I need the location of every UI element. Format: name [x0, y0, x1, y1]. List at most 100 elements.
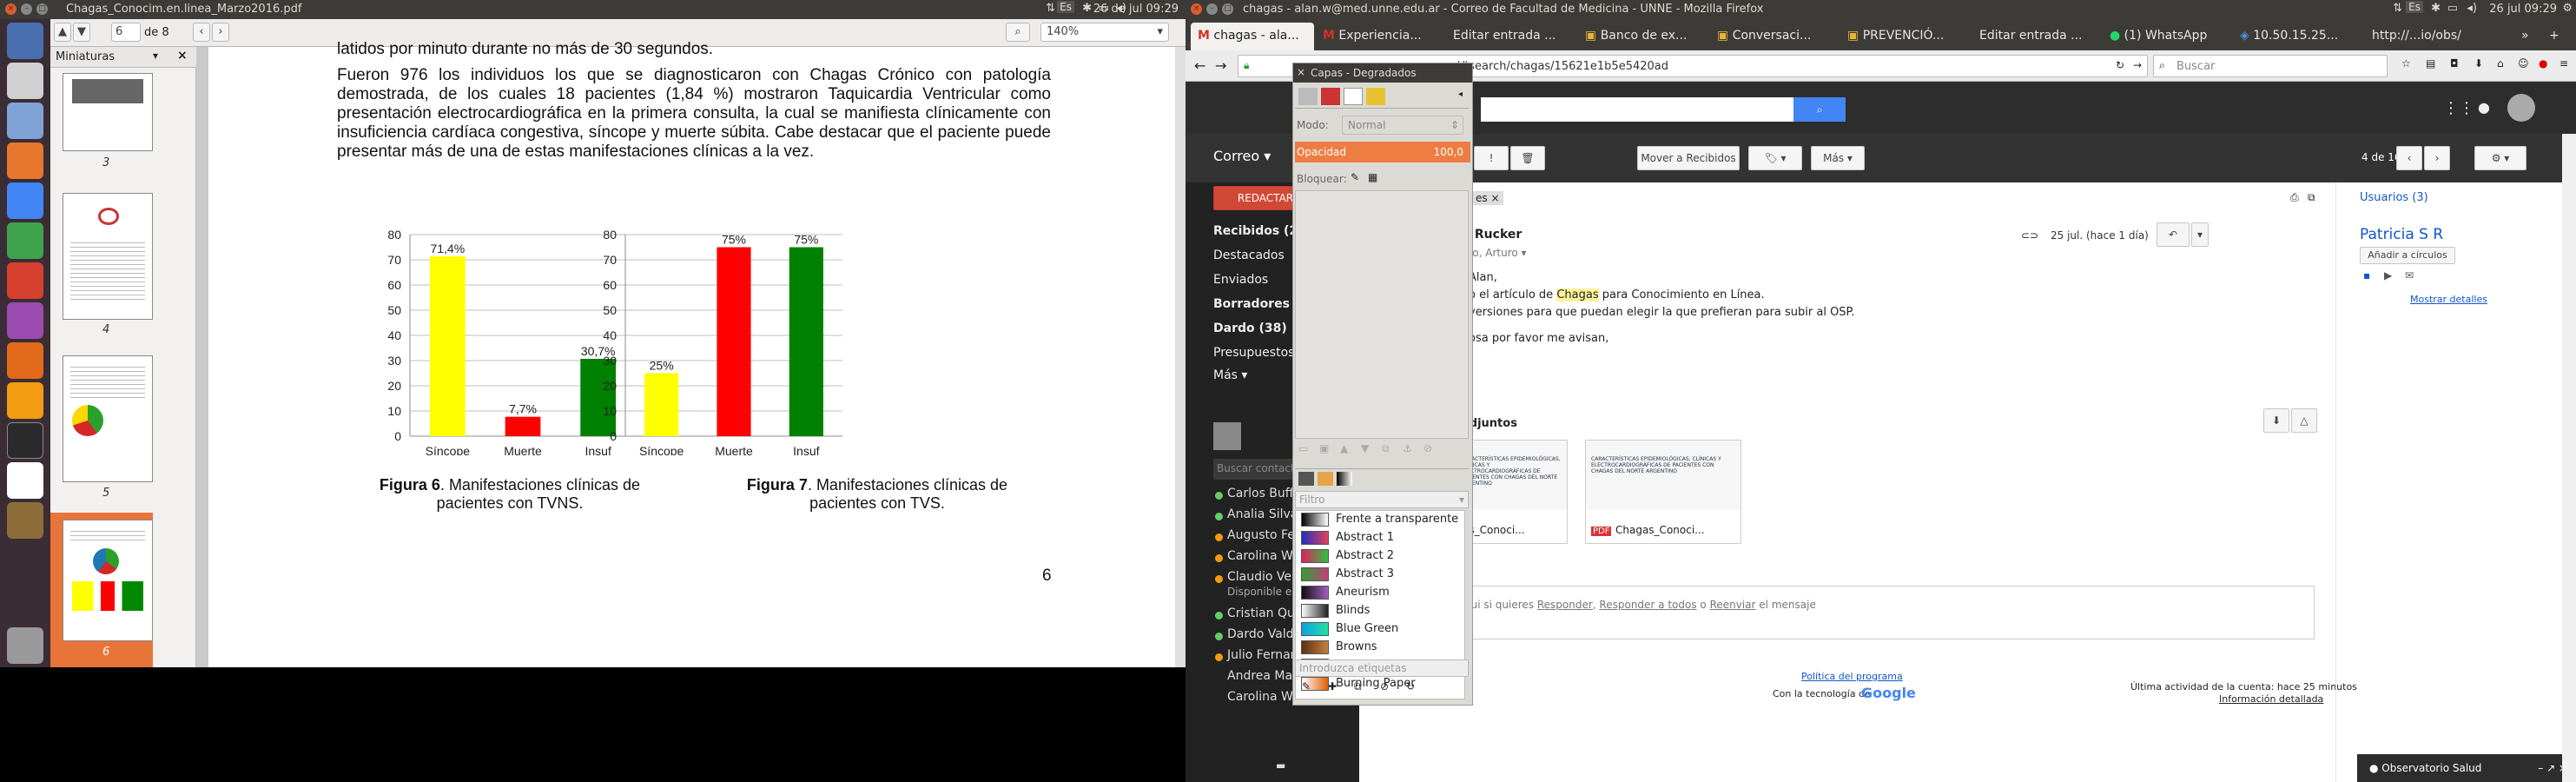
mode-select[interactable]: Normal ⇕ — [1342, 116, 1463, 135]
configure-tab-icon[interactable]: ◂ — [1458, 89, 1463, 99]
battery-icon[interactable]: ▭ — [1099, 2, 1109, 15]
edit-gradient-icon[interactable]: ✎ — [1302, 680, 1311, 693]
download-all-icon[interactable]: ⬇ — [2263, 408, 2289, 433]
labels-icon[interactable]: 🏷︎ ▾ — [1748, 146, 1802, 170]
report-spam-button[interactable]: ! — [1474, 146, 1509, 170]
zoom-select[interactable]: 140% ▾ — [1040, 23, 1169, 42]
chat-icon[interactable]: ▪ — [2363, 269, 2370, 282]
tab-editar-entrada-2[interactable]: Editar entrada ... — [1972, 23, 2101, 50]
chrome-icon[interactable] — [7, 182, 43, 219]
reply-all-link[interactable]: Responder a todos — [1599, 599, 1696, 611]
folder-presupuestos[interactable]: Presupuestos — [1213, 346, 1294, 360]
avatar[interactable] — [2507, 94, 2535, 122]
gear-icon[interactable]: ⚙ — [2562, 2, 2573, 15]
close-window-button[interactable]: × — [1191, 3, 1202, 15]
menu-icon[interactable]: ≡ — [2559, 57, 2568, 70]
page-thumbnail[interactable] — [63, 193, 153, 320]
gradient-item[interactable]: Aneurism — [1298, 584, 1461, 602]
volume-icon[interactable]: ◂) — [2467, 2, 2477, 15]
correo-menu[interactable]: Correo ▾ — [1213, 148, 1271, 164]
gradient-item[interactable]: Blue Green — [1298, 620, 1461, 639]
more-button[interactable]: Más ▾ — [1811, 146, 1865, 170]
impress-icon[interactable] — [7, 342, 43, 379]
tab-editar-entrada-1[interactable]: Editar entrada ... — [1446, 23, 1576, 50]
show-details-link[interactable]: Mostrar detalles — [2410, 294, 2487, 305]
delete-gradient-icon[interactable]: ⊘ — [1380, 680, 1389, 693]
gmail-search-button[interactable]: ⌕ — [1793, 97, 1846, 122]
label-chip[interactable]: es × — [1472, 191, 1503, 205]
chat-icon[interactable]: ☺ — [2518, 57, 2529, 70]
keyboard-layout-icon[interactable]: Es — [1057, 1, 1074, 13]
forward-arrow-icon[interactable]: → — [1215, 57, 1226, 74]
tab-ip[interactable]: ◈ 10.50.15.25... — [2233, 23, 2363, 50]
chevron-down-icon[interactable]: ▾ — [153, 50, 158, 62]
reply-box[interactable]: gui si quieres Responder, Responder a to… — [1446, 586, 2315, 640]
add-to-circles-button[interactable]: Añadir a círculos — [2360, 247, 2455, 264]
lock-pixels-icon[interactable]: ✎ — [1351, 171, 1359, 183]
gradient-item[interactable]: Blinds — [1298, 602, 1461, 620]
bookmark-star-icon[interactable]: ☆ — [2401, 57, 2411, 70]
close-window-button[interactable]: × — [5, 3, 17, 15]
new-layer-icon[interactable]: ▭ — [1298, 442, 1308, 454]
refresh-gradients-icon[interactable]: ↻ — [1406, 680, 1415, 693]
keyboard-layout-icon[interactable]: Es — [2406, 1, 2423, 13]
back-arrow-icon[interactable]: ← — [1194, 57, 1205, 74]
close-icon[interactable]: × — [1297, 66, 1305, 78]
forward-button[interactable]: › — [212, 23, 229, 42]
apps-grid-icon[interactable]: ⋮⋮ — [2443, 99, 2474, 117]
duplicate-layer-icon[interactable]: ⧉ — [1382, 442, 1390, 455]
details-link[interactable]: Información detallada — [2219, 693, 2323, 705]
page-thumbnail-current[interactable] — [63, 520, 153, 641]
layers-list[interactable] — [1295, 190, 1469, 439]
page-number-input[interactable]: 6 — [111, 23, 141, 42]
chat-window-tab[interactable]: ● Observatorio Salud – ↗ × — [2357, 754, 2576, 782]
files-icon[interactable] — [7, 103, 43, 139]
prev-page-up-button[interactable]: ▲ — [54, 23, 71, 42]
download-icon[interactable]: ⬇ — [2474, 57, 2483, 70]
program-policy-link[interactable]: Política del programa — [1801, 671, 1903, 682]
folder-sent[interactable]: Enviados — [1213, 273, 1268, 287]
archive-icon[interactable] — [7, 502, 43, 539]
trash-icon[interactable] — [7, 627, 43, 664]
person-name[interactable]: Patricia S R — [2360, 226, 2443, 243]
minimize-window-button[interactable]: – — [21, 3, 32, 15]
firefox-icon[interactable] — [7, 142, 43, 179]
lock-alpha-icon[interactable]: ▦ — [1368, 171, 1377, 183]
attachment-card[interactable]: CARACTERÍSTICAS EPIDEMIOLÓGICAS, CLÍNICA… — [1585, 440, 1741, 544]
filter-input[interactable]: Filtro ▾ — [1295, 491, 1469, 508]
next-page-down-button[interactable]: ▼ — [73, 23, 90, 42]
volume-icon[interactable]: ◂) — [1116, 2, 1126, 15]
chat-avatar[interactable] — [1213, 422, 1241, 450]
gradients-subtab-icon[interactable] — [1337, 472, 1352, 486]
channels-tab-icon[interactable] — [1321, 88, 1340, 105]
layers-tab-icon[interactable] — [1298, 88, 1318, 105]
gradient-item[interactable]: Frente a transparente — [1298, 511, 1461, 529]
page-thumbnail[interactable] — [63, 355, 153, 482]
gradient-item[interactable]: Abstract 1 — [1298, 529, 1461, 547]
lower-layer-icon[interactable]: ▼ — [1361, 442, 1369, 454]
folder-starred[interactable]: Destacados — [1213, 249, 1285, 262]
email-icon[interactable]: ✉ — [2405, 269, 2414, 282]
new-gradient-icon[interactable]: ✚ — [1328, 680, 1337, 693]
move-to-inbox-button[interactable]: Mover a Recibidos — [1637, 146, 1740, 170]
document-viewer-icon[interactable] — [7, 462, 43, 499]
newer-button[interactable]: › — [2424, 146, 2450, 170]
page-thumbnail[interactable] — [63, 73, 153, 151]
battery-icon[interactable]: ▭ — [2447, 2, 2458, 15]
save-to-drive-icon[interactable]: △ — [2291, 408, 2317, 433]
bluetooth-icon[interactable]: ✱ — [2431, 2, 2441, 15]
gradient-item[interactable]: Abstract 3 — [1298, 566, 1461, 584]
reply-link[interactable]: Responder — [1537, 599, 1593, 611]
tab-prevencion[interactable]: ▣ PREVENCIÓ... — [1840, 23, 1971, 50]
opacity-slider[interactable]: Opacidad 100,0 — [1295, 142, 1470, 162]
contact-item[interactable]: Carlos Buffo — [1227, 487, 1301, 500]
pocket-icon[interactable]: ◘ — [2450, 57, 2459, 70]
search-input[interactable]: Buscar — [2176, 60, 2215, 73]
maximize-window-button[interactable]: □ — [1222, 3, 1233, 15]
gradient-item[interactable]: Browns — [1298, 639, 1461, 657]
tags-input[interactable]: Introduzca etiquetas — [1295, 659, 1469, 677]
tab-obs[interactable]: http://...io/obs/ — [2365, 23, 2487, 50]
tab-gmail[interactable]: M chagas - ala... — [1191, 23, 1314, 50]
network-icon[interactable]: ⇅ — [2393, 2, 2402, 15]
back-button[interactable]: ‹ — [193, 23, 210, 42]
